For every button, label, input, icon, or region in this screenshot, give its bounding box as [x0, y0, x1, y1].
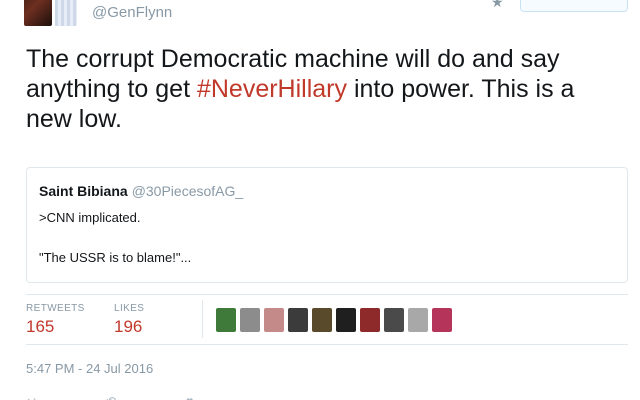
user-avatar-skull-icon[interactable] [336, 308, 356, 332]
user-avatar-flag-icon[interactable] [432, 308, 452, 332]
quoted-text-line: "The USSR is to blame!"... [39, 250, 192, 265]
retweets-stat[interactable]: RETWEETS 165 [26, 303, 85, 337]
user-handle[interactable]: @GenFlynn [92, 4, 172, 21]
likes-label: LIKES [114, 303, 145, 314]
user-avatar-eagle-icon[interactable] [312, 308, 332, 332]
retweets-count: 165 [26, 317, 55, 336]
likes-stat[interactable]: LIKES 196 [114, 303, 144, 337]
tweet-timestamp[interactable]: 5:47 PM - 24 Jul 2016 [26, 361, 153, 376]
action-row: ↩ ⟲ ♥ [26, 394, 193, 400]
user-avatar-portrait-icon[interactable] [384, 308, 404, 332]
follow-button[interactable] [520, 0, 628, 12]
avatar-badge-image [55, 0, 77, 26]
quoted-text-line: >CNN implicated. [39, 210, 141, 225]
user-avatar-pink-icon[interactable] [264, 308, 284, 332]
user-avatar-tank-icon[interactable] [408, 308, 428, 332]
star-icon: ★ [491, 0, 504, 10]
liker-avatars [216, 308, 452, 332]
like-icon[interactable]: ♥ [186, 394, 193, 400]
reply-icon[interactable]: ↩ [26, 394, 36, 400]
user-avatar-red-icon[interactable] [360, 308, 380, 332]
quoted-author[interactable]: Saint Bibiana @30PiecesofAG_ [39, 183, 243, 199]
hashtag-link[interactable]: #NeverHillary [197, 75, 347, 103]
stats-separator [202, 300, 203, 338]
quoted-author-name: Saint Bibiana [39, 183, 128, 199]
retweet-icon[interactable]: ⟲ [106, 394, 116, 400]
quoted-author-handle: @30PiecesofAG_ [131, 183, 244, 199]
divider [26, 294, 628, 295]
tweet-text: The corrupt Democratic machine will do a… [26, 44, 626, 134]
retweets-label: RETWEETS [26, 303, 85, 314]
divider [26, 344, 628, 345]
user-avatar-suit-icon[interactable] [288, 308, 308, 332]
user-avatar-green-icon[interactable] [216, 308, 236, 332]
user-avatar-gray-icon[interactable] [240, 308, 260, 332]
likes-count: 196 [114, 317, 143, 336]
avatar[interactable] [24, 0, 52, 26]
profile-avatar-area[interactable] [24, 0, 82, 26]
quoted-tweet-card[interactable]: Saint Bibiana @30PiecesofAG_ >CNN implica… [26, 167, 628, 283]
